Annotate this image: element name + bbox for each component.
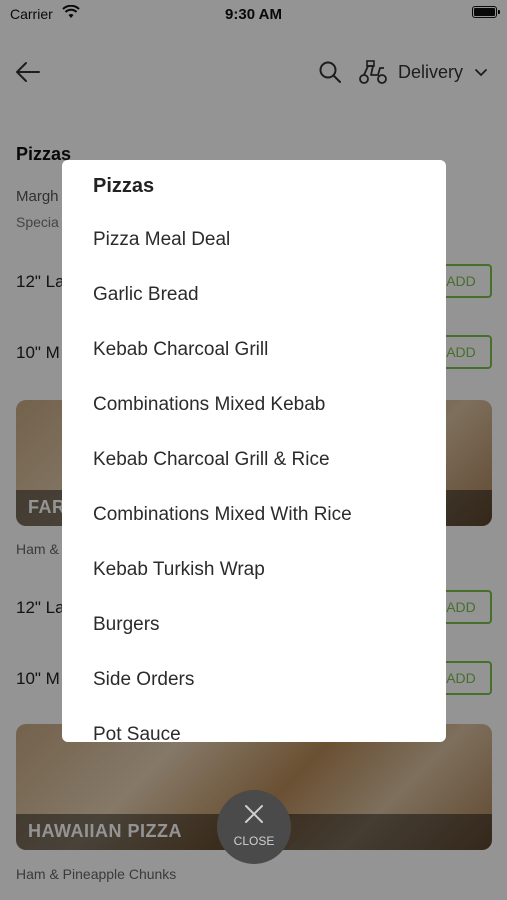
category-item[interactable]: Burgers [62,600,446,655]
close-icon [245,805,263,823]
category-item[interactable]: Pot Sauce [62,710,446,742]
close-button[interactable]: CLOSE [217,790,291,864]
category-item[interactable]: Kebab Charcoal Grill [62,325,446,380]
category-item[interactable]: Combinations Mixed Kebab [62,380,446,435]
category-item[interactable]: Pizza Meal Deal [62,215,446,270]
close-label: CLOSE [233,834,275,848]
modal-title: Pizzas [93,175,155,197]
category-item[interactable]: Kebab Turkish Wrap [62,545,446,600]
category-picker-modal: Pizzas Pizza Meal Deal Garlic Bread Keba… [62,160,446,742]
category-item[interactable]: Side Orders [62,655,446,710]
category-item[interactable]: Kebab Charcoal Grill & Rice [62,435,446,490]
category-list: Pizza Meal Deal Garlic Bread Kebab Charc… [62,215,446,742]
category-item[interactable]: Garlic Bread [62,270,446,325]
category-item[interactable]: Combinations Mixed With Rice [62,490,446,545]
